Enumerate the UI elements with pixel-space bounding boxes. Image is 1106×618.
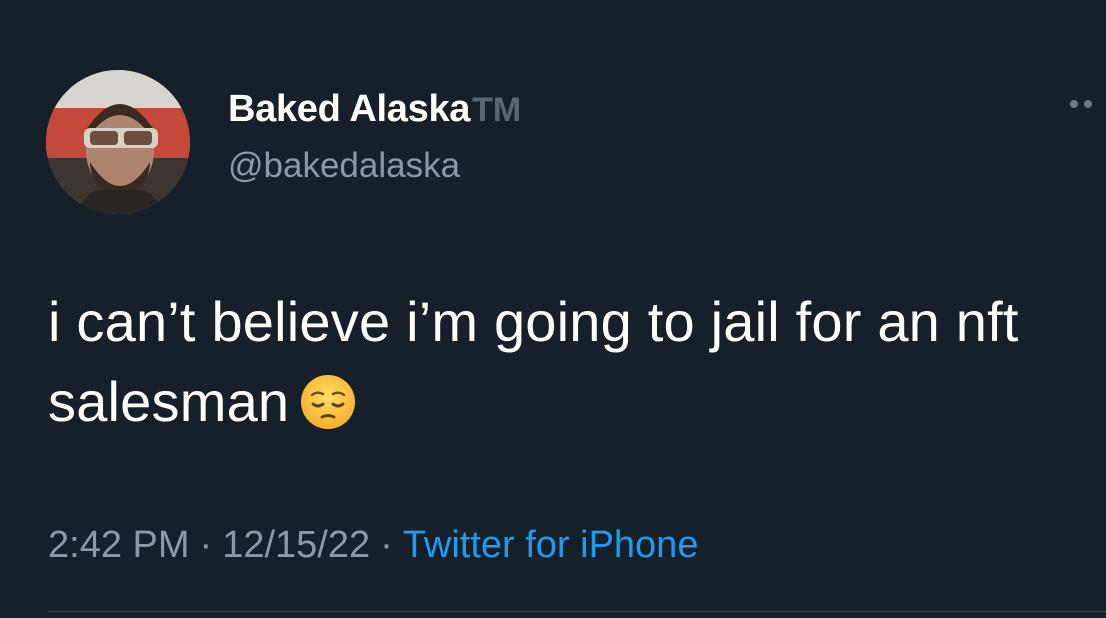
tweet-time[interactable]: 2:42 PM [48, 524, 190, 566]
pensive-face-emoji-icon [299, 372, 357, 452]
tweet-source-link[interactable]: Twitter for iPhone [403, 524, 699, 566]
meta-separator: · [199, 524, 213, 566]
divider [48, 611, 1106, 612]
more-options-icon[interactable] [1070, 100, 1092, 108]
display-name[interactable]: Baked Alaska [228, 88, 470, 131]
profile-photo-icon [46, 70, 190, 214]
tweet-meta: 2:42 PM · 12/15/22 · Twitter for iPhone [48, 524, 698, 567]
more-dot [1084, 100, 1092, 108]
avatar[interactable] [46, 70, 190, 214]
tweet-text: i can’t believe i’m going to jail for an… [48, 290, 1019, 433]
more-dot [1070, 100, 1078, 108]
tweet-text-block: i can’t believe i’m going to jail for an… [48, 282, 1088, 452]
tweet-card: Baked Alaska TM @bakedalaska i can’t bel… [0, 0, 1106, 618]
author-name-row[interactable]: Baked Alaska TM [228, 88, 521, 131]
tweet-date[interactable]: 12/15/22 [222, 524, 370, 566]
trademark-label: TM [472, 91, 522, 129]
author-handle[interactable]: @bakedalaska [228, 146, 460, 186]
meta-separator: · [380, 524, 393, 566]
